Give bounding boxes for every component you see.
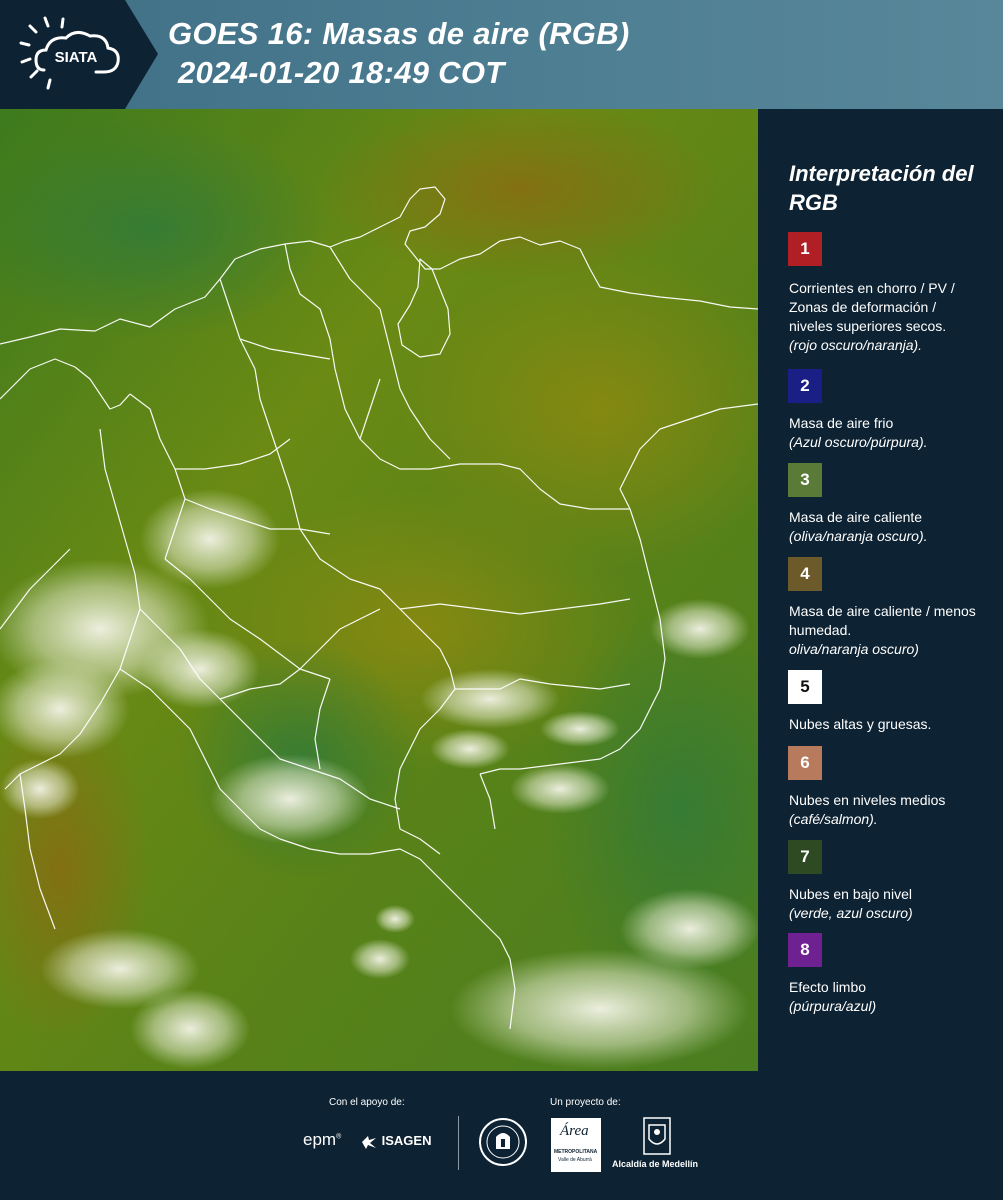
support-label: Con el apoyo de: bbox=[329, 1097, 405, 1108]
satellite-map bbox=[0, 109, 758, 1071]
legend-swatch-4: 4 bbox=[788, 557, 822, 591]
legend-swatch-6: 6 bbox=[788, 746, 822, 780]
footer-divider bbox=[458, 1116, 459, 1170]
legend-swatch-2: 2 bbox=[788, 369, 822, 403]
legend-swatch-1: 1 bbox=[788, 232, 822, 266]
alcaldia-label: Alcaldía de Medellín bbox=[612, 1159, 699, 1169]
legend-item-5: Nubes altas y gruesas. bbox=[789, 716, 932, 732]
legend-item-2: Masa de aire frio (Azul oscuro/púrpura). bbox=[789, 415, 928, 450]
legend-swatch-8: 8 bbox=[788, 933, 822, 967]
alcaldia-shield-icon bbox=[643, 1117, 671, 1160]
page-title: GOES 16: Masas de aire (RGB) bbox=[168, 16, 630, 51]
legend-title: Interpretación del RGB bbox=[789, 161, 974, 215]
legend-panel: Interpretación del RGB 1 Corrientes en c… bbox=[758, 109, 1003, 1071]
legend-item-6: Nubes en niveles medios (café/salmon). bbox=[789, 792, 946, 827]
legend-item-4: Masa de aire caliente / menos humedad. ol… bbox=[789, 603, 976, 657]
legend-item-8: Efecto limbo (púrpura/azul) bbox=[789, 979, 877, 1014]
area-metropolitana-logo: Área METROPOLITANA Valle de Aburrá bbox=[551, 1118, 601, 1172]
logo-text: SIATA bbox=[55, 49, 98, 66]
epm-logo: epm® bbox=[303, 1130, 342, 1149]
legend-swatch-3: 3 bbox=[788, 463, 822, 497]
legend-swatch-5: 5 bbox=[788, 670, 822, 704]
header-bar: SIATA GOES 16: Masas de aire (RGB) 2024-… bbox=[0, 0, 1003, 109]
legend-item-3: Masa de aire caliente (oliva/naranja oscu… bbox=[789, 509, 928, 544]
legend-item-7: Nubes en bajo nivel (verde, azul oscuro) bbox=[789, 886, 913, 921]
page-timestamp: 2024-01-20 18:49 COT bbox=[178, 55, 505, 90]
project-label: Un proyecto de: bbox=[550, 1097, 621, 1108]
university-seal-logo bbox=[478, 1117, 528, 1172]
isagen-icon bbox=[362, 1135, 376, 1149]
legend-swatch-7: 7 bbox=[788, 840, 822, 874]
legend-item-1: Corrientes en chorro / PV / Zonas de def… bbox=[789, 280, 955, 353]
footer: Con el apoyo de: Un proyecto de: epm® IS… bbox=[0, 1071, 1003, 1200]
siata-logo: SIATA bbox=[0, 0, 158, 109]
isagen-logo: ISAGEN bbox=[360, 1133, 431, 1150]
